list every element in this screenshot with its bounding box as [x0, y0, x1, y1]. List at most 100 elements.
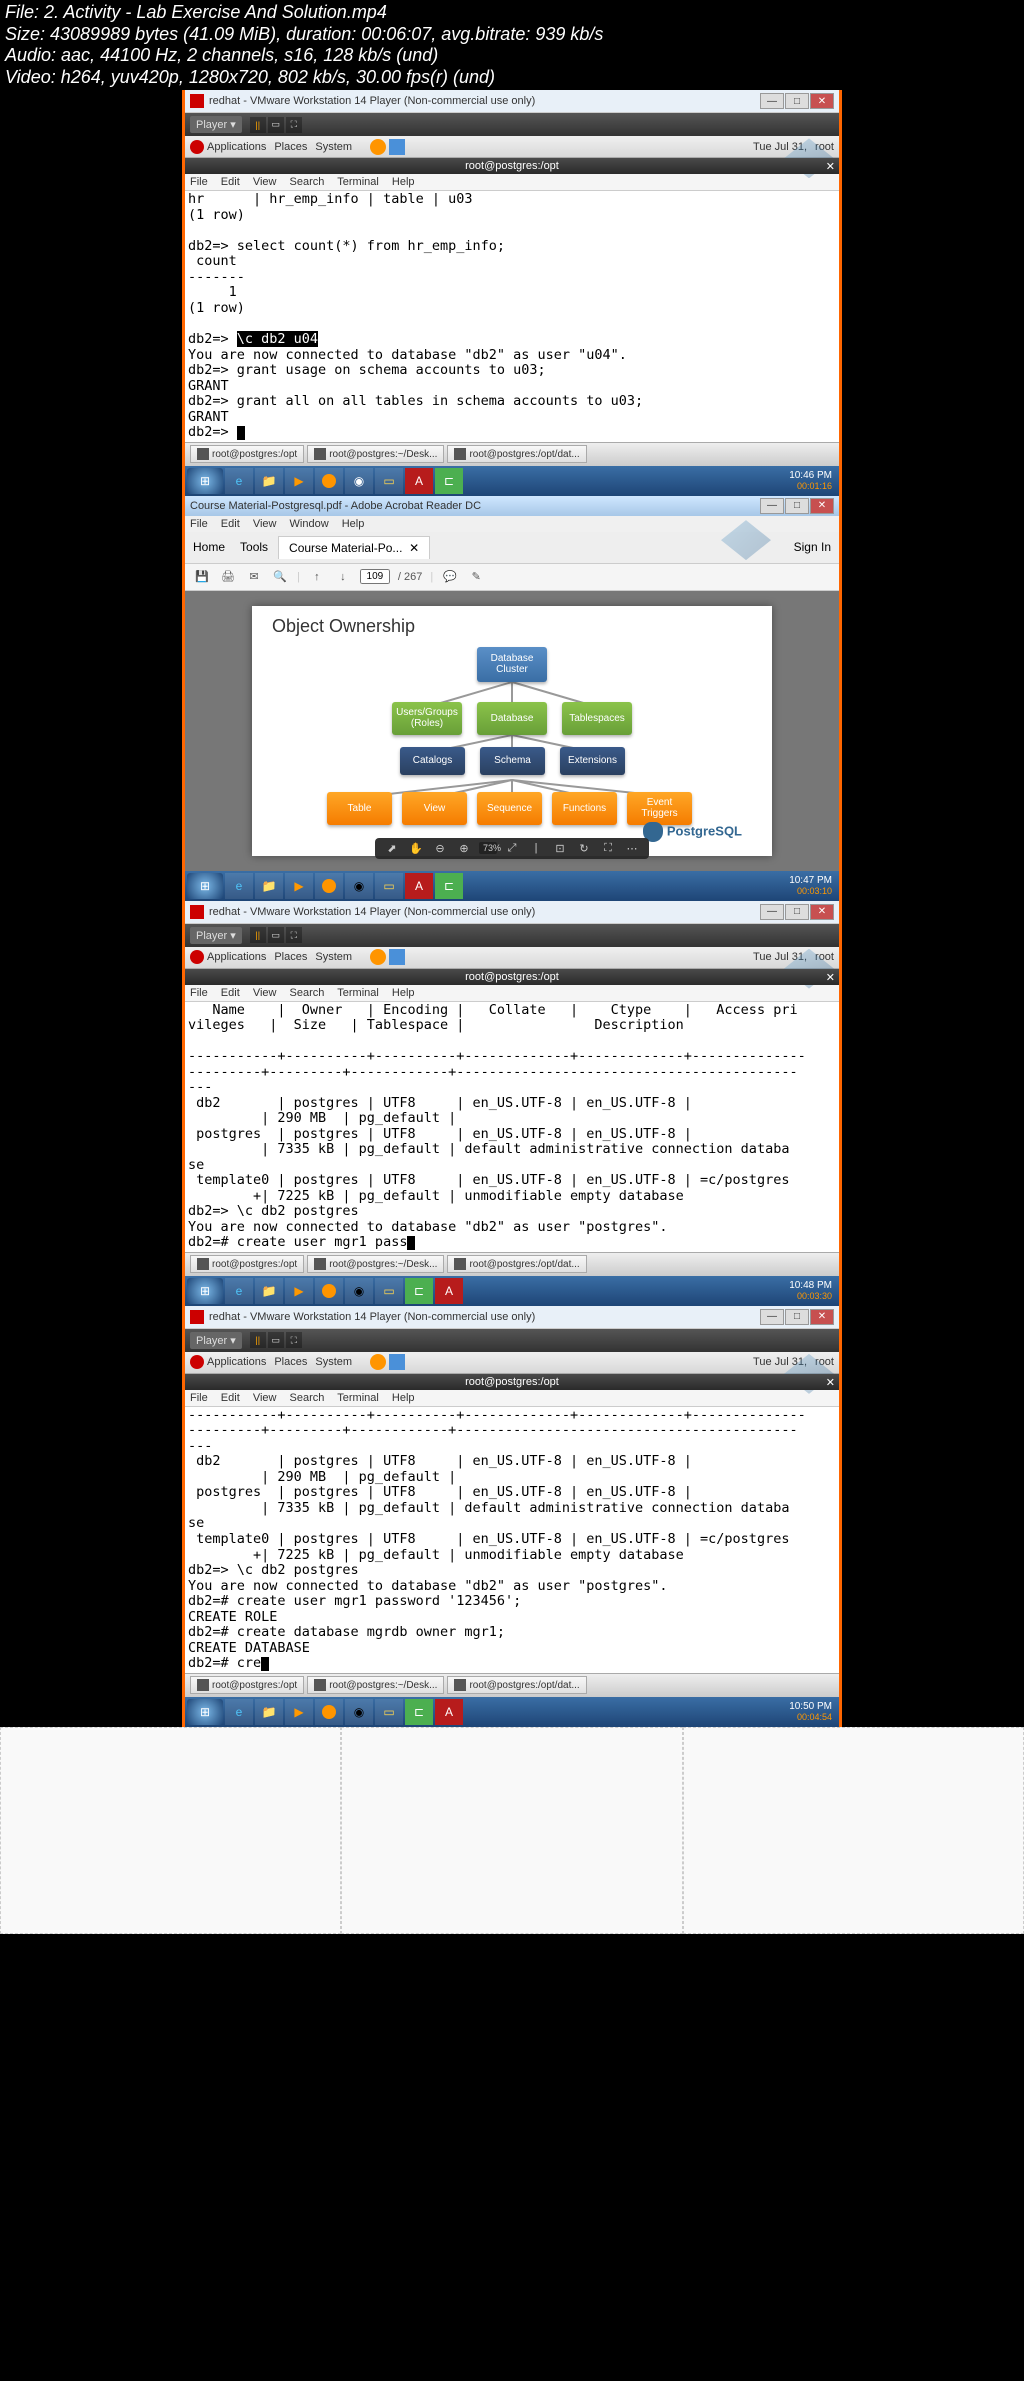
- view-menu[interactable]: View: [253, 176, 277, 188]
- home-tab[interactable]: Home: [193, 540, 225, 554]
- pause-icon[interactable]: ||: [250, 117, 266, 133]
- start-button[interactable]: ⊞: [187, 468, 223, 494]
- firefox-task[interactable]: [315, 468, 343, 494]
- signin-link[interactable]: Sign In: [794, 540, 831, 554]
- applications-menu[interactable]: Applications: [207, 951, 266, 963]
- maximize-button[interactable]: □: [785, 93, 809, 109]
- page-up-icon[interactable]: ↑: [308, 568, 326, 586]
- help-menu[interactable]: Help: [342, 518, 365, 530]
- minimize-button[interactable]: —: [760, 1309, 784, 1325]
- fullscreen-icon[interactable]: ⛶: [286, 117, 302, 133]
- system-tray[interactable]: 10:50 PM 00:04:54: [789, 1701, 837, 1722]
- print-icon[interactable]: 🖨: [219, 568, 237, 586]
- terminal-close-button[interactable]: ✕: [826, 971, 835, 984]
- maximize-button[interactable]: □: [785, 1309, 809, 1325]
- file-menu[interactable]: File: [190, 176, 208, 188]
- task-item-2[interactable]: root@postgres:~/Desk...: [307, 1676, 444, 1694]
- chrome-task[interactable]: ◉: [345, 873, 373, 899]
- notepad-task[interactable]: ▭: [375, 873, 403, 899]
- fit-icon[interactable]: ⊡: [551, 842, 569, 855]
- close-button[interactable]: ✕: [810, 904, 834, 920]
- terminal-output[interactable]: Name | Owner | Encoding | Collate | Ctyp…: [185, 1002, 839, 1252]
- pdf-viewport[interactable]: Object Ownership Database Cluster User: [185, 591, 839, 871]
- snapshot-icon[interactable]: ▭: [268, 117, 284, 133]
- more-icon[interactable]: ⋯: [623, 842, 641, 855]
- system-tray[interactable]: 10:48 PM 00:03:30: [789, 1280, 837, 1301]
- player-menu-button[interactable]: Player ▾: [190, 927, 242, 944]
- rotate-icon[interactable]: ↻: [575, 842, 593, 855]
- wmp-task[interactable]: ▶: [285, 873, 313, 899]
- system-tray[interactable]: 10:46 PM 00:01:16: [789, 470, 837, 491]
- help-menu[interactable]: Help: [392, 176, 415, 188]
- edit-menu[interactable]: Edit: [221, 176, 240, 188]
- maximize-button[interactable]: □: [785, 498, 809, 514]
- explorer-task[interactable]: 📁: [255, 873, 283, 899]
- start-button[interactable]: ⊞: [187, 1278, 223, 1304]
- zoom-in-icon[interactable]: ⊕: [455, 842, 473, 855]
- mail-icon[interactable]: ✉: [245, 568, 263, 586]
- minimize-button[interactable]: —: [760, 93, 784, 109]
- document-tab[interactable]: Course Material-Po... ✕: [278, 536, 430, 559]
- terminal-output[interactable]: hr | hr_emp_info | table | u03 (1 row) d…: [185, 191, 839, 441]
- tools-tab[interactable]: Tools: [240, 540, 268, 554]
- pointer-icon[interactable]: ⬈: [383, 842, 401, 855]
- firefox-icon[interactable]: [370, 139, 386, 155]
- task-item-2[interactable]: root@postgres:~/Desk...: [307, 1255, 444, 1273]
- search-icon[interactable]: 🔍: [271, 568, 289, 586]
- zoom-level[interactable]: 73%: [479, 842, 497, 854]
- hand-icon[interactable]: ✋: [407, 842, 425, 855]
- window-menu[interactable]: Window: [290, 518, 329, 530]
- task-item-3[interactable]: root@postgres:/opt/dat...: [447, 1676, 586, 1694]
- task-item-1[interactable]: root@postgres:/opt: [190, 1676, 304, 1694]
- search-menu[interactable]: Search: [290, 176, 325, 188]
- firefox-icon[interactable]: [370, 949, 386, 965]
- close-button[interactable]: ✕: [810, 93, 834, 109]
- system-menu[interactable]: System: [315, 951, 352, 963]
- places-menu[interactable]: Places: [274, 141, 307, 153]
- close-button[interactable]: ✕: [810, 498, 834, 514]
- applications-menu[interactable]: Applications: [207, 141, 266, 153]
- terminal-close-button[interactable]: ✕: [826, 160, 835, 173]
- ie-task[interactable]: e: [225, 468, 253, 494]
- notepad-task[interactable]: ▭: [375, 468, 403, 494]
- places-menu[interactable]: Places: [274, 951, 307, 963]
- comment-icon[interactable]: 💬: [441, 568, 459, 586]
- task-item-3[interactable]: root@postgres:/opt/dat...: [447, 445, 586, 463]
- file-menu[interactable]: File: [190, 518, 208, 530]
- page-down-icon[interactable]: ↓: [334, 568, 352, 586]
- mail-icon[interactable]: [389, 949, 405, 965]
- zoom-out-icon[interactable]: ⊖: [431, 842, 449, 855]
- start-button[interactable]: ⊞: [187, 1699, 223, 1725]
- task-item-1[interactable]: root@postgres:/opt: [190, 1255, 304, 1273]
- save-icon[interactable]: 💾: [193, 568, 211, 586]
- explorer-task[interactable]: 📁: [255, 468, 283, 494]
- sign-icon[interactable]: ✎: [467, 568, 485, 586]
- app-task[interactable]: ⊏: [435, 468, 463, 494]
- task-item-3[interactable]: root@postgres:/opt/dat...: [447, 1255, 586, 1273]
- terminal-output[interactable]: -----------+----------+----------+------…: [185, 1407, 839, 1673]
- wmp-task[interactable]: ▶: [285, 468, 313, 494]
- page-number-input[interactable]: [360, 569, 390, 584]
- system-menu[interactable]: System: [315, 141, 352, 153]
- terminal-close-button[interactable]: ✕: [826, 1376, 835, 1389]
- ie-task[interactable]: e: [225, 873, 253, 899]
- start-button[interactable]: ⊞: [187, 873, 223, 899]
- terminal-menu[interactable]: Terminal: [337, 176, 379, 188]
- system-tray[interactable]: 10:47 PM 00:03:10: [789, 875, 837, 896]
- acrobat-task[interactable]: A: [405, 873, 433, 899]
- firefox-task[interactable]: [315, 873, 343, 899]
- task-item-1[interactable]: root@postgres:/opt: [190, 445, 304, 463]
- minimize-button[interactable]: —: [760, 498, 784, 514]
- edit-menu[interactable]: Edit: [221, 518, 240, 530]
- resize-icon[interactable]: ⤢: [503, 842, 521, 855]
- close-button[interactable]: ✕: [810, 1309, 834, 1325]
- minimize-button[interactable]: —: [760, 904, 784, 920]
- fullscreen-icon[interactable]: ⛶: [599, 842, 617, 855]
- maximize-button[interactable]: □: [785, 904, 809, 920]
- mail-icon[interactable]: [389, 139, 405, 155]
- app-task[interactable]: ⊏: [435, 873, 463, 899]
- acrobat-task[interactable]: A: [405, 468, 433, 494]
- task-item-2[interactable]: root@postgres:~/Desk...: [307, 445, 444, 463]
- player-menu-button[interactable]: Player ▾: [190, 116, 242, 133]
- chrome-task[interactable]: ◉: [345, 468, 373, 494]
